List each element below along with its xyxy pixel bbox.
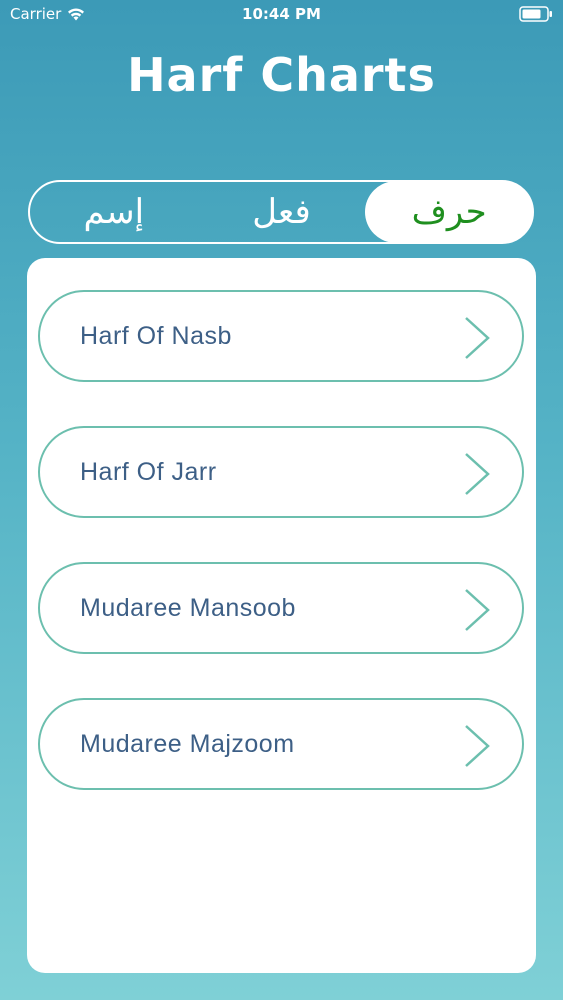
chart-list-card: Harf Of Nasb Harf Of Jarr Mudaree Mansoo…: [27, 258, 536, 973]
list-item-harf-of-jarr[interactable]: Harf Of Jarr: [38, 426, 524, 518]
page-title: Harf Charts: [127, 48, 436, 102]
segment-fel[interactable]: فعل: [198, 182, 366, 242]
chevron-right-icon: [462, 316, 492, 364]
status-time: 10:44 PM: [242, 5, 321, 23]
battery-icon: [519, 6, 553, 26]
list-item-label: Harf Of Nasb: [80, 321, 232, 350]
list-item-mudaree-mansoob[interactable]: Mudaree Mansoob: [38, 562, 524, 654]
list-item-label: Mudaree Majzoom: [80, 729, 295, 758]
status-bar: Carrier 10:44 PM: [0, 0, 563, 30]
chevron-right-icon: [462, 724, 492, 772]
category-segmented-control: إسم فعل حرف: [28, 180, 534, 244]
list-item-mudaree-majzoom[interactable]: Mudaree Majzoom: [38, 698, 524, 790]
segment-ism[interactable]: إسم: [30, 182, 198, 242]
list-item-harf-of-nasb[interactable]: Harf Of Nasb: [38, 290, 524, 382]
chevron-right-icon: [462, 452, 492, 500]
segment-harf[interactable]: حرف: [365, 181, 534, 243]
list-item-label: Harf Of Jarr: [80, 457, 217, 486]
list-item-label: Mudaree Mansoob: [80, 593, 296, 622]
chevron-right-icon: [462, 588, 492, 636]
